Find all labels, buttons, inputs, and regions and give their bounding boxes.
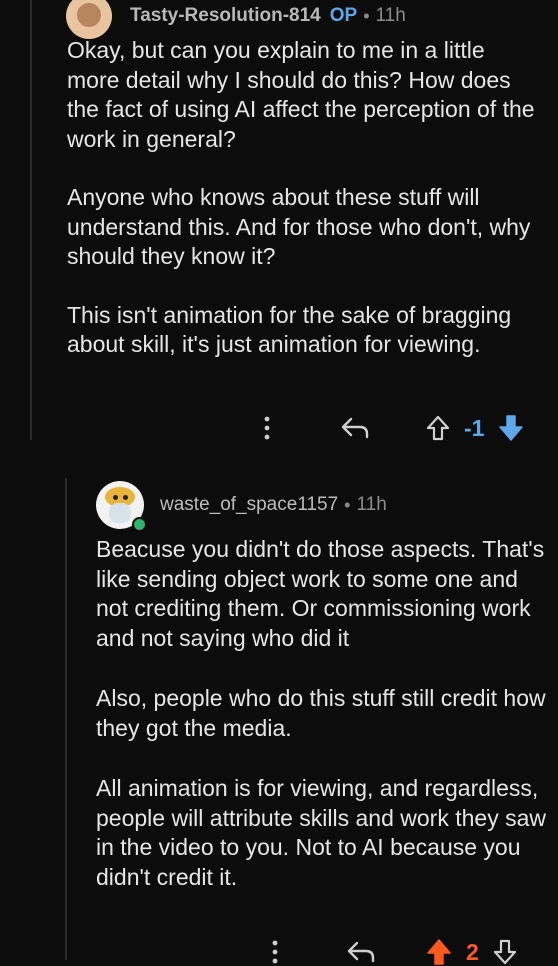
separator-dot: • [363, 5, 370, 26]
separator-dot: • [344, 494, 351, 515]
op-badge: OP [329, 5, 358, 26]
avatar[interactable] [66, 0, 112, 39]
more-vertical-icon[interactable] [264, 938, 286, 966]
thread-line [30, 0, 32, 440]
comment-paragraph: Okay, but can you explain to me in a lit… [67, 37, 535, 152]
comment-paragraph: Anyone who knows about these stuff will … [67, 184, 531, 269]
downvote-icon[interactable] [498, 414, 524, 442]
comment-actions: -1 [256, 414, 524, 442]
vote-score: 2 [466, 938, 479, 965]
vote-score: -1 [464, 414, 485, 441]
upvote-icon[interactable] [426, 415, 450, 441]
timestamp: 11h [356, 494, 387, 515]
username[interactable]: waste_of_space1157 [160, 494, 338, 516]
comment-header: waste_of_space1157 • 11h [96, 481, 387, 532]
comment-header: Tasty-Resolution-814 OP • 11h [66, 0, 406, 39]
comment-actions: 2 [264, 938, 517, 966]
upvote-icon[interactable] [426, 938, 452, 966]
comment-paragraph: This isn't animation for the sake of bra… [67, 301, 512, 358]
online-status-indicator [132, 517, 147, 532]
reply-arrow-icon[interactable] [340, 416, 370, 440]
timestamp: 11h [375, 5, 406, 26]
comment-body: Beacuse you didn't do those aspects. Tha… [96, 535, 546, 892]
reply-thread-line [65, 478, 67, 960]
avatar[interactable] [96, 481, 147, 532]
username[interactable]: Tasty-Resolution-814 [130, 5, 321, 27]
comment-paragraph: Also, people who do this stuff still cre… [96, 685, 546, 741]
more-vertical-icon[interactable] [256, 414, 278, 442]
comment-body: Okay, but can you explain to me in a lit… [67, 36, 537, 360]
reply-arrow-icon[interactable] [346, 940, 376, 964]
downvote-icon[interactable] [493, 939, 517, 965]
comment-paragraph: Beacuse you didn't do those aspects. Tha… [96, 536, 545, 651]
comment-paragraph: All animation is for viewing, and regard… [96, 775, 546, 890]
